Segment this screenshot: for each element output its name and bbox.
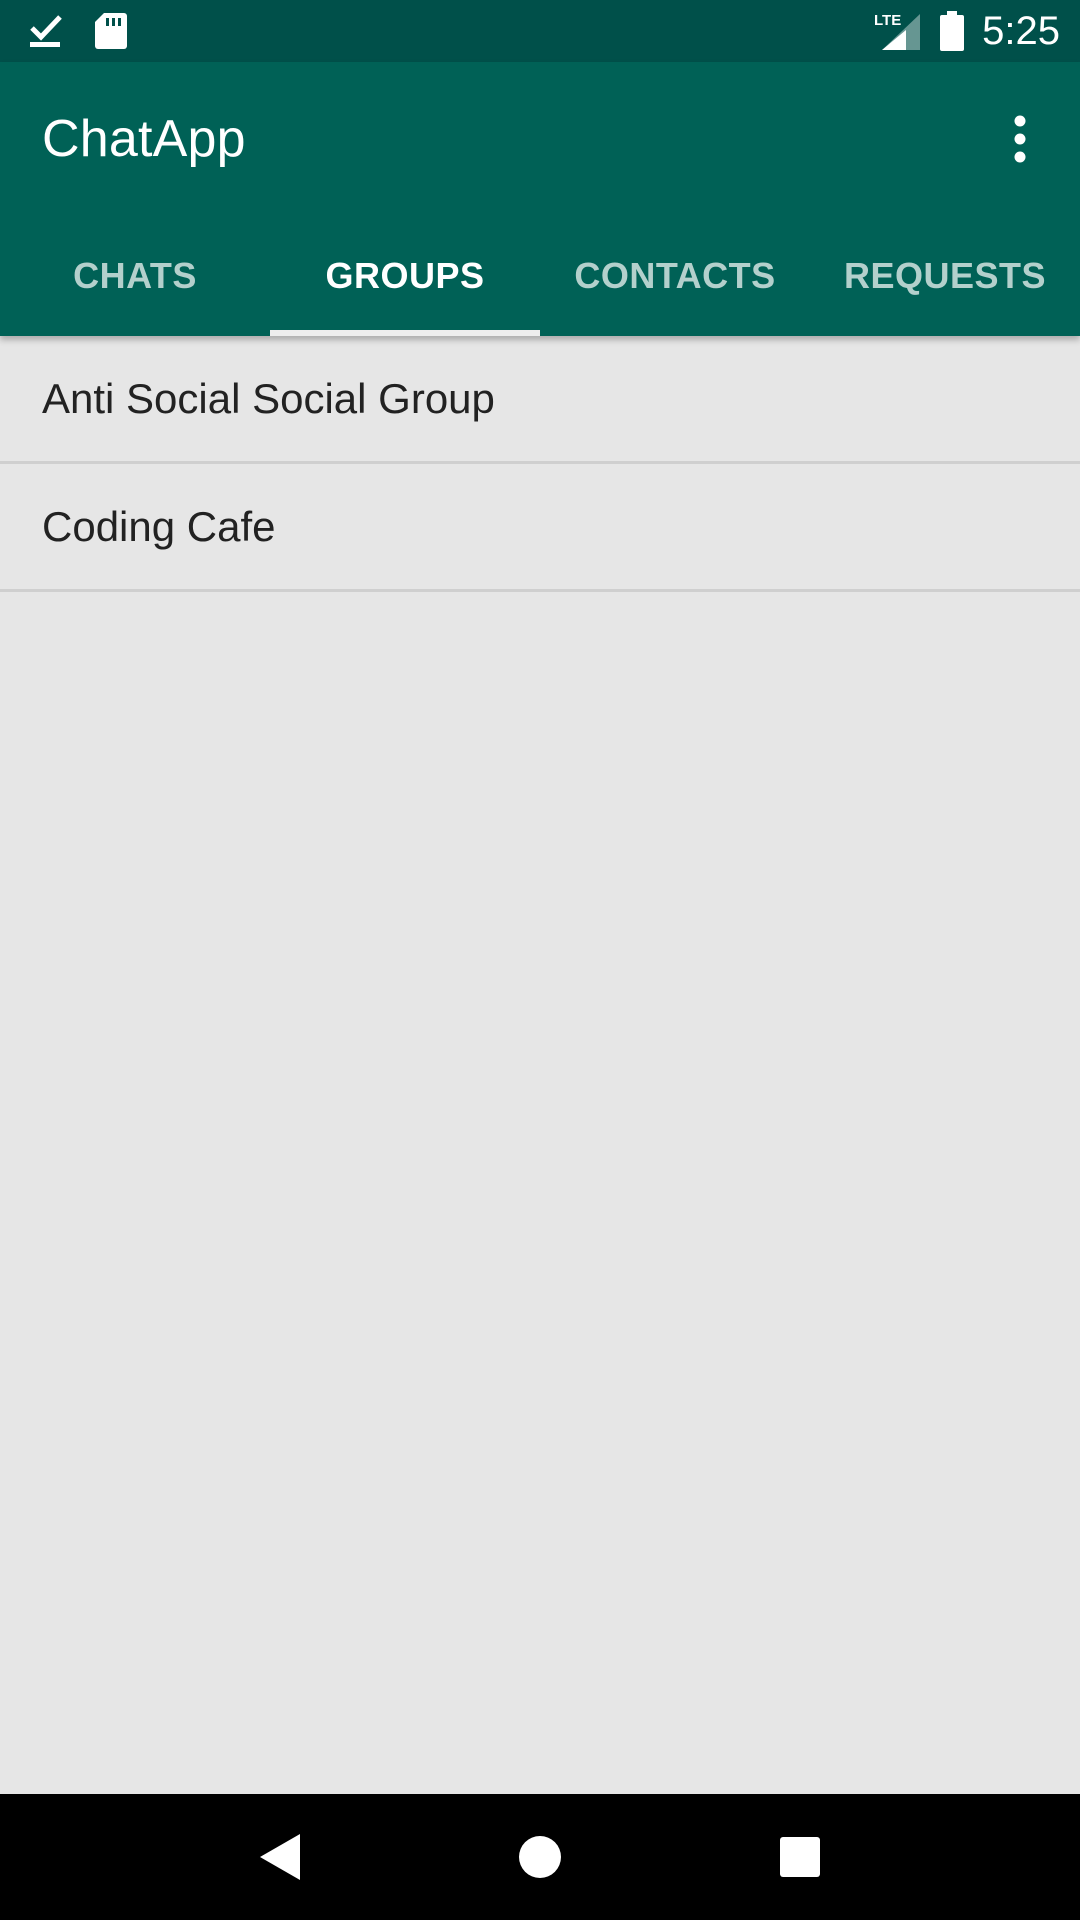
recents-button[interactable] <box>755 1812 845 1902</box>
network-label: LTE <box>874 12 901 29</box>
home-icon <box>519 1836 561 1878</box>
sd-card-icon <box>94 12 128 50</box>
status-time: 5:25 <box>982 9 1060 53</box>
list-item[interactable]: Coding Cafe <box>0 464 1080 592</box>
overflow-menu-button[interactable] <box>990 99 1050 179</box>
group-list: Anti Social Social Group Coding Cafe <box>0 336 1080 592</box>
tab-groups[interactable]: GROUPS <box>270 216 540 336</box>
screen: LTE 5:25 ChatApp CHATS GROUPS CONTACTS R… <box>0 0 1080 1920</box>
back-button[interactable] <box>235 1812 325 1902</box>
recents-icon <box>780 1837 820 1877</box>
back-icon <box>260 1834 300 1880</box>
list-item[interactable]: Anti Social Social Group <box>0 336 1080 464</box>
battery-icon <box>940 11 965 51</box>
download-done-icon <box>28 13 64 49</box>
navigation-bar <box>0 1794 1080 1920</box>
status-left <box>28 12 158 50</box>
tab-contacts[interactable]: CONTACTS <box>540 216 810 336</box>
app-bar: ChatApp CHATS GROUPS CONTACTS REQUESTS <box>0 62 1080 336</box>
lte-signal-icon: LTE <box>874 10 922 52</box>
tab-requests[interactable]: REQUESTS <box>810 216 1080 336</box>
toolbar: ChatApp <box>0 62 1080 216</box>
group-name: Coding Cafe <box>42 502 276 550</box>
status-bar: LTE 5:25 <box>0 0 1080 62</box>
tab-chats[interactable]: CHATS <box>0 216 270 336</box>
more-vert-icon <box>1014 115 1026 163</box>
group-name: Anti Social Social Group <box>42 374 495 422</box>
home-button[interactable] <box>495 1812 585 1902</box>
app-title: ChatApp <box>42 110 246 168</box>
tab-bar: CHATS GROUPS CONTACTS REQUESTS <box>0 216 1080 336</box>
status-right: LTE 5:25 <box>856 10 1060 52</box>
